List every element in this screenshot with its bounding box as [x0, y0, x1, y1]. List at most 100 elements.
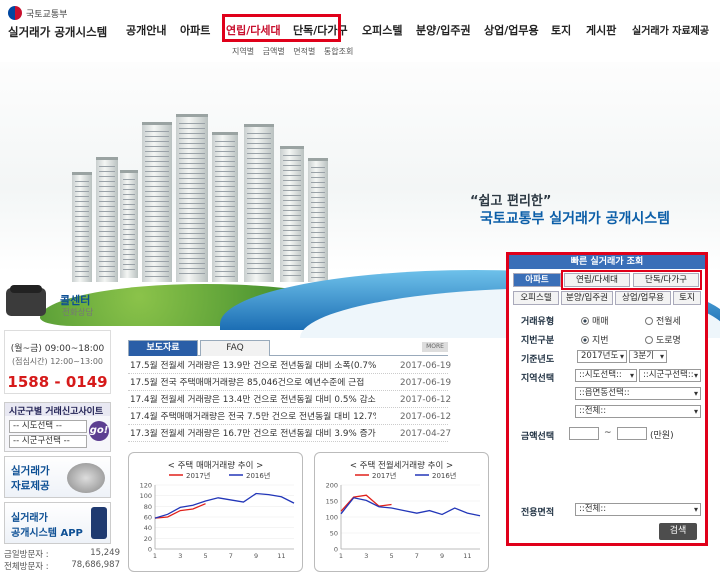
- data-service-banner[interactable]: 실거래가 자료제공: [4, 456, 111, 498]
- news-title[interactable]: 17.5월 전월세 거래량은 13.9만 건으로 전년동월 대비 소폭(0.7%…: [130, 358, 376, 374]
- series-line: [154, 492, 295, 519]
- visitor-counter: 금일방문자 : 15,249 전체방문자 : 78,686,987: [4, 548, 120, 572]
- call-center-hours: (월~금) 09:00~18:00 (점심시간) 12:00~13:00 158…: [4, 330, 111, 394]
- y-tick-label: 40: [144, 524, 152, 532]
- news-item[interactable]: 17.5월 전국 주택매매거래량은 85,046건으로 예년수준에 근접 2017…: [128, 375, 452, 391]
- sub-nav-price[interactable]: 금액별: [263, 47, 285, 56]
- hero-slogan: “쉽고 편리한”: [470, 194, 552, 209]
- news-item[interactable]: 17.3월 전월세 거래량은 16.7만 건으로 전년동월 대비 3.9% 증가…: [128, 426, 452, 442]
- trade-type-sale-radio[interactable]: 매매: [581, 314, 609, 327]
- x-tick-label: 5: [389, 552, 393, 560]
- legend-label: 2017년: [186, 471, 210, 480]
- nav-presale-rights[interactable]: 분양/입주권: [416, 22, 471, 38]
- apartment-building-image: [176, 114, 208, 282]
- mouse-icon: [67, 463, 105, 493]
- address-road-radio[interactable]: 도로명: [645, 333, 681, 346]
- today-visitors-label: 금일방문자 :: [4, 550, 49, 560]
- chart-title: < 주택 매매거래량 추이 >: [167, 461, 264, 471]
- region-go-button[interactable]: go!: [89, 421, 109, 441]
- lunch-hours: (점심시간) 12:00~13:00: [11, 357, 104, 366]
- x-tick-label: 3: [364, 552, 368, 560]
- region-sites-title: 시군구별 거래신고사이트: [5, 403, 110, 417]
- region-label: 지역선택: [521, 374, 555, 384]
- total-visitors: 78,686,987: [71, 560, 120, 570]
- news-item[interactable]: 17.4월 전월세 거래량은 13.4만 건으로 전년동월 대비 0.5% 감소…: [128, 392, 452, 408]
- radio-label: 지번: [592, 336, 609, 346]
- news-date: 2017-04-27: [400, 429, 452, 439]
- nav-data-service[interactable]: 실거래가 자료제공: [632, 22, 709, 37]
- apartment-building-image: [120, 170, 138, 278]
- region-sigungu-select[interactable]: -- 시군구선택 --: [9, 435, 87, 448]
- apartment-building-image: [72, 172, 92, 282]
- nav-land[interactable]: 토지: [551, 22, 571, 38]
- legend-label: 2017년: [372, 471, 396, 480]
- region-sido-select[interactable]: -- 시도선택 --: [9, 420, 87, 433]
- y-tick-label: 80: [144, 503, 152, 511]
- news-date: 2017-06-19: [400, 378, 452, 388]
- trade-type-label: 거래유형: [521, 317, 555, 327]
- chart-title: < 주택 전월세거래량 추이 >: [349, 461, 454, 471]
- news-date: 2017-06-12: [400, 395, 452, 405]
- news-title[interactable]: 17.5월 전국 주택매매거래량은 85,046건으로 예년수준에 근접: [130, 375, 376, 391]
- news-date: 2017-06-19: [400, 361, 452, 371]
- header: 국토교통부 실거래가 공개시스템 공개안내 아파트 연립/다세대 단독/다가구 …: [0, 0, 720, 62]
- series-line: [340, 497, 481, 517]
- tab-faq[interactable]: FAQ: [200, 340, 270, 356]
- news-title[interactable]: 17.4월 전월세 거래량은 13.4만 건으로 전년동월 대비 0.5% 감소: [130, 392, 376, 408]
- app-banner[interactable]: 실거래가 공개시스템 APP: [4, 502, 111, 544]
- x-tick-label: 1: [339, 552, 343, 560]
- sub-nav: 지역별 금액별 면적별 통합조회: [232, 46, 359, 57]
- nav-disclosure-guide[interactable]: 공개안내: [126, 22, 166, 38]
- nav-apartment[interactable]: 아파트: [180, 22, 210, 38]
- y-tick-label: 60: [144, 514, 152, 522]
- area-select[interactable]: ::전체::: [575, 503, 701, 516]
- year-select[interactable]: 2017년도: [577, 350, 627, 363]
- quick-search-title: 빠른 실거래가 조회: [509, 255, 705, 269]
- site-logo[interactable]: 국토교통부 실거래가 공개시스템: [8, 6, 128, 40]
- nav-board[interactable]: 게시판: [586, 22, 616, 38]
- search-button[interactable]: 검색: [659, 523, 697, 540]
- qs-tab-apartment[interactable]: 아파트: [513, 273, 561, 287]
- apartment-building-image: [96, 157, 118, 282]
- y-tick-label: 120: [140, 482, 152, 490]
- x-tick-label: 11: [277, 552, 285, 560]
- sub-nav-area[interactable]: 면적별: [293, 47, 315, 56]
- year-label: 기준년도: [521, 355, 555, 365]
- price-separator: ~: [604, 428, 612, 438]
- apartment-building-image: [280, 146, 304, 282]
- address-lot-radio[interactable]: 지번: [581, 333, 609, 346]
- news-tabs: 보도자료 FAQ MORE: [128, 340, 448, 356]
- today-visitors: 15,249: [90, 548, 120, 558]
- sub-nav-combined[interactable]: 통합조회: [324, 47, 353, 56]
- more-button[interactable]: MORE: [422, 342, 448, 352]
- quarter-select[interactable]: 3분기: [629, 350, 667, 363]
- price-min-input[interactable]: [569, 427, 599, 440]
- qs-tab-commercial[interactable]: 상업/업무용: [615, 291, 671, 305]
- trade-type-rent-radio[interactable]: 전월세: [645, 314, 681, 327]
- price-max-input[interactable]: [617, 427, 647, 440]
- y-tick-label: 20: [144, 535, 152, 543]
- qs-dong-select[interactable]: ::읍면동선택::: [575, 387, 701, 400]
- qs-complex-select[interactable]: ::전체::: [575, 405, 701, 418]
- qs-tab-officetel[interactable]: 오피스텔: [513, 291, 559, 305]
- tab-press-release[interactable]: 보도자료: [128, 340, 198, 356]
- qs-tab-presale[interactable]: 분양/입주권: [561, 291, 613, 305]
- sub-nav-region[interactable]: 지역별: [232, 47, 254, 56]
- ministry-name: 국토교통부: [26, 10, 68, 20]
- nav-officetel[interactable]: 오피스텔: [362, 22, 402, 38]
- news-item[interactable]: 17.5월 전월세 거래량은 13.9만 건으로 전년동월 대비 소폭(0.7%…: [128, 358, 452, 374]
- news-title[interactable]: 17.4월 주택매매거래량은 전국 7.5만 건으로 전년동월 대비 12.7%…: [130, 409, 376, 425]
- x-tick-label: 7: [229, 552, 233, 560]
- telephone-icon: [6, 285, 46, 316]
- qs-tab-highlight-box: [561, 270, 702, 290]
- news-board: 보도자료 FAQ MORE 17.5월 전월세 거래량은 13.9만 건으로 전…: [128, 340, 452, 444]
- qs-tab-land[interactable]: 토지: [673, 291, 701, 305]
- news-item[interactable]: 17.4월 주택매매거래량은 전국 7.5만 건으로 전년동월 대비 12.7%…: [128, 409, 451, 425]
- total-visitors-label: 전체방문자 :: [4, 562, 49, 572]
- news-title[interactable]: 17.3월 전월세 거래량은 16.7만 건으로 전년동월 대비 3.9% 증가: [130, 426, 376, 442]
- nav-highlight-box: [222, 14, 341, 42]
- qs-sido-select[interactable]: ::시도선택::: [575, 369, 637, 382]
- nav-commercial[interactable]: 상업/업무용: [484, 22, 539, 38]
- qs-sigungu-select[interactable]: ::시군구선택::: [639, 369, 701, 382]
- x-tick-label: 9: [254, 552, 258, 560]
